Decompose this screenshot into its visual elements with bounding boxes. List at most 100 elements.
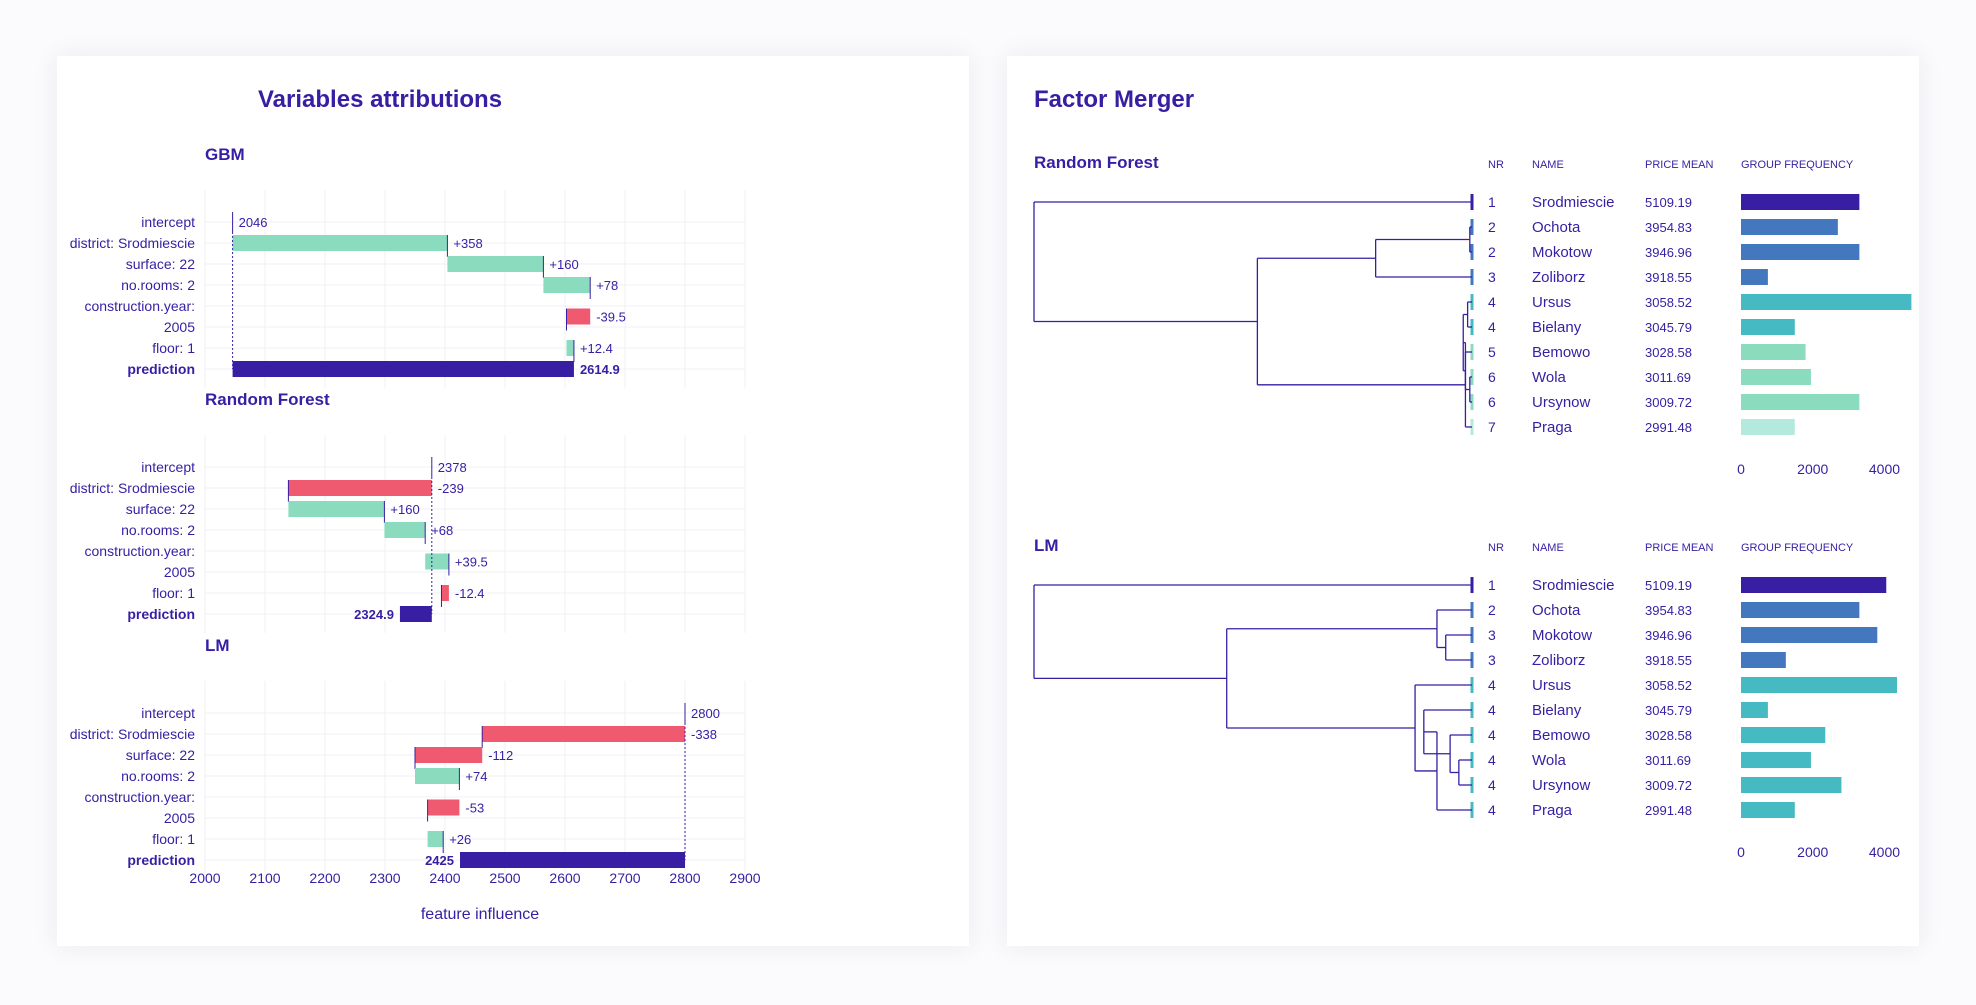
row-label: floor: 1 [152, 340, 195, 356]
row-label: prediction [127, 852, 195, 868]
attribution-bar [232, 235, 448, 251]
data-label: +39.5 [455, 555, 488, 570]
x-tick-label: 2300 [369, 870, 400, 886]
group-number: 4 [1488, 802, 1496, 818]
data-label: 2378 [438, 460, 467, 475]
group-number: 4 [1488, 702, 1496, 718]
price-mean: 3058.52 [1645, 678, 1692, 693]
district-name: Ochota [1532, 602, 1581, 619]
freq-tick-label: 2000 [1797, 461, 1828, 477]
frequency-bar [1741, 344, 1806, 360]
price-mean: 3954.83 [1645, 220, 1692, 235]
prediction-bar [399, 606, 432, 622]
attribution-bar [288, 480, 432, 496]
data-label: 2425 [425, 853, 454, 868]
frequency-bar [1741, 294, 1912, 310]
district-name: Praga [1532, 419, 1573, 436]
price-mean: 2991.48 [1645, 803, 1692, 818]
freq-tick-label: 4000 [1869, 461, 1900, 477]
attribution-bar [415, 747, 483, 763]
column-header: PRICE MEAN [1645, 542, 1714, 554]
group-number: 2 [1488, 602, 1496, 618]
district-name: Wola [1532, 369, 1567, 386]
row-label: prediction [127, 361, 195, 377]
group-number: 7 [1488, 419, 1496, 435]
price-mean: 3028.58 [1645, 728, 1692, 743]
district-name: Zoliborz [1532, 652, 1585, 669]
row-label: surface: 22 [126, 501, 195, 517]
row-label: no.rooms: 2 [121, 277, 195, 293]
district-name: Ochota [1532, 219, 1581, 236]
column-header: PRICE MEAN [1645, 159, 1714, 171]
frequency-bar [1741, 602, 1860, 618]
x-axis-label: feature influence [421, 906, 539, 923]
column-header: GROUP FREQUENCY [1741, 542, 1854, 554]
freq-tick-label: 0 [1737, 844, 1745, 860]
district-name: Srodmiescie [1532, 577, 1615, 594]
group-number: 1 [1488, 194, 1496, 210]
frequency-bar [1741, 702, 1768, 718]
group-number: 4 [1488, 294, 1496, 310]
district-name: Bielany [1532, 319, 1582, 336]
x-tick-label: 2400 [429, 870, 460, 886]
group-number: 3 [1488, 652, 1496, 668]
row-label: no.rooms: 2 [121, 522, 195, 538]
attribution-bar [384, 522, 426, 538]
data-label: -39.5 [596, 310, 626, 325]
data-label: 2800 [691, 706, 720, 721]
district-name: Bielany [1532, 702, 1582, 719]
data-label: +78 [596, 278, 618, 293]
group-number: 4 [1488, 777, 1496, 793]
group-number: 2 [1488, 219, 1496, 235]
district-name: Ursus [1532, 294, 1571, 311]
district-name: Praga [1532, 802, 1573, 819]
data-label: +160 [549, 257, 578, 272]
group-number: 4 [1488, 727, 1496, 743]
attribution-bar [425, 553, 449, 570]
attribution-bar [447, 256, 544, 272]
x-tick-label: 2100 [249, 870, 280, 886]
subplot-title: Random Forest [1034, 153, 1159, 172]
data-label: -12.4 [455, 586, 485, 601]
row-label: no.rooms: 2 [121, 768, 195, 784]
group-number: 6 [1488, 369, 1496, 385]
district-name: Ursynow [1532, 394, 1591, 411]
attribution-bar [415, 768, 460, 784]
price-mean: 5109.19 [1645, 578, 1692, 593]
data-label: +12.4 [580, 341, 613, 356]
row-label: intercept [141, 459, 195, 475]
attribution-bar [427, 831, 444, 847]
row-label: 2005 [164, 319, 195, 335]
group-number: 1 [1488, 577, 1496, 593]
frequency-bar [1741, 777, 1842, 793]
row-label: construction.year: [85, 298, 196, 314]
group-number: 4 [1488, 319, 1496, 335]
price-mean: 5109.19 [1645, 195, 1692, 210]
frequency-bar [1741, 219, 1838, 235]
column-header: NR [1488, 542, 1504, 554]
x-tick-label: 2800 [669, 870, 700, 886]
frequency-bar [1741, 369, 1811, 385]
row-label: district: Srodmiescie [70, 235, 195, 251]
frequency-bar [1741, 419, 1795, 435]
x-tick-label: 2500 [489, 870, 520, 886]
row-label: surface: 22 [126, 747, 195, 763]
data-label: -239 [438, 481, 464, 496]
district-name: Srodmiescie [1532, 194, 1615, 211]
data-label: 2614.9 [580, 362, 620, 377]
frequency-bar [1741, 577, 1887, 593]
row-label: district: Srodmiescie [70, 480, 195, 496]
row-label: intercept [141, 705, 195, 721]
frequency-bar [1741, 727, 1826, 743]
district-name: Mokotow [1532, 244, 1592, 261]
frequency-bar [1741, 319, 1795, 335]
freq-tick-label: 0 [1737, 461, 1745, 477]
row-label: floor: 1 [152, 585, 195, 601]
district-name: Zoliborz [1532, 269, 1585, 286]
district-name: Mokotow [1532, 627, 1592, 644]
frequency-bar [1741, 394, 1860, 410]
district-name: Bemowo [1532, 727, 1590, 744]
group-number: 4 [1488, 677, 1496, 693]
freq-tick-label: 2000 [1797, 844, 1828, 860]
price-mean: 3946.96 [1645, 245, 1692, 260]
